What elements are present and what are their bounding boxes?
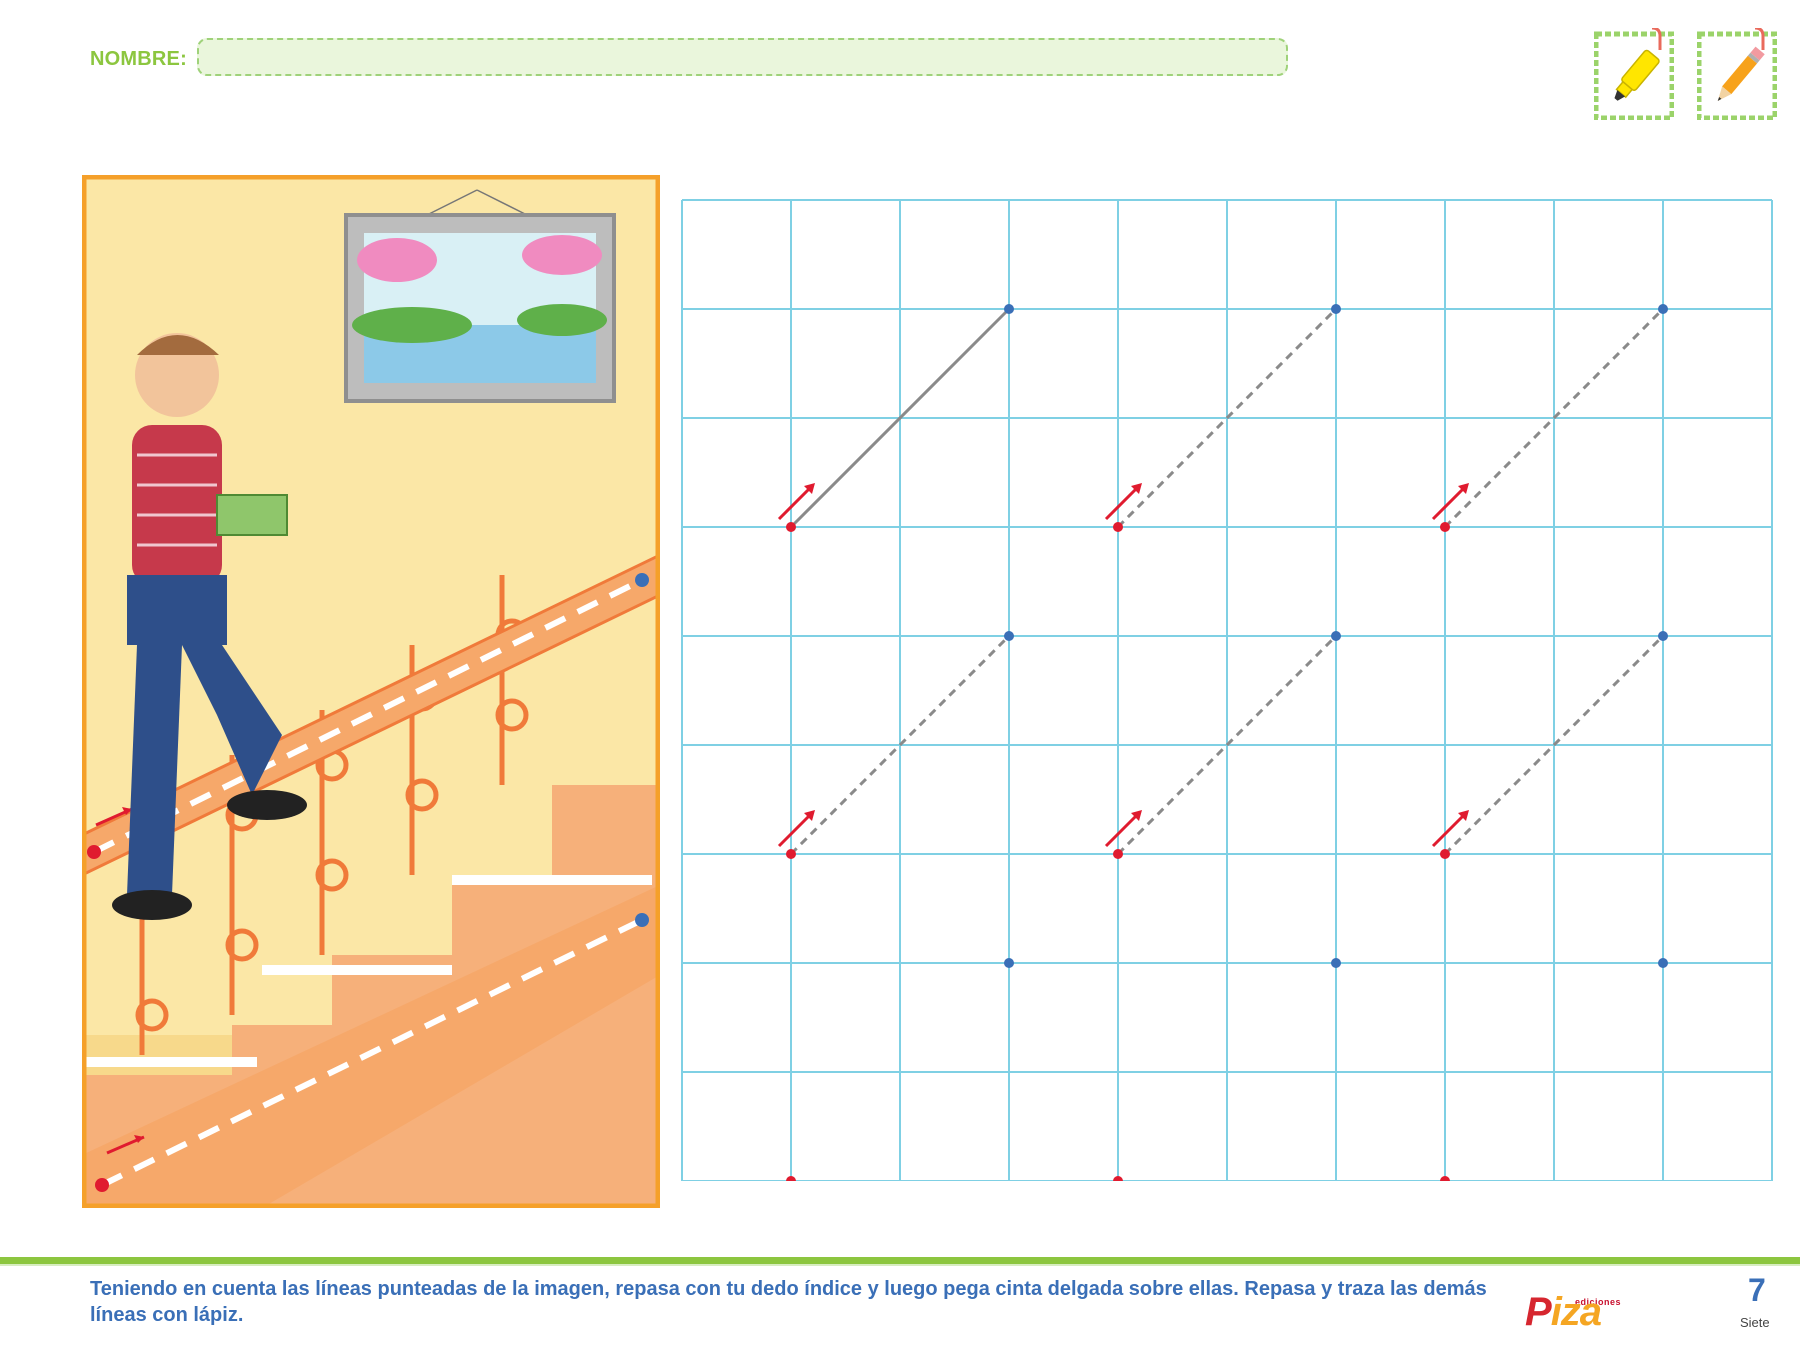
brand-letter-p: P [1525,1290,1552,1334]
footer-divider [0,1257,1800,1264]
end-dot [1004,304,1014,314]
start-dot [1440,522,1450,532]
end-dot [1331,631,1341,641]
brand-logo: Piza [1525,1290,1602,1335]
brand-letters: iza [1550,1290,1602,1334]
start-dot [786,849,796,859]
start-dot [786,522,796,532]
footer-divider-light [0,1264,1800,1266]
start-dot [1113,849,1123,859]
end-dot [1658,631,1668,641]
name-label: NOMBRE: [90,48,187,70]
end-dot [1658,304,1668,314]
highlighter-icon [1594,28,1674,120]
end-dot [1004,958,1014,968]
end-dot [1658,958,1668,968]
staircase-illustration [82,175,660,1208]
end-dot [1331,304,1341,314]
page-number: 7 [1748,1272,1766,1308]
start-dot [1440,849,1450,859]
end-dot [1331,958,1341,968]
name-field[interactable] [197,38,1288,76]
start-dot [1113,522,1123,532]
instructions-text: Teniendo en cuenta las líneas punteadas … [90,1278,1487,1326]
tracing-grid [681,199,1778,1181]
end-dot [1004,631,1014,641]
page-number-word: Siete [1740,1315,1770,1330]
pencil-icon [1697,28,1777,120]
